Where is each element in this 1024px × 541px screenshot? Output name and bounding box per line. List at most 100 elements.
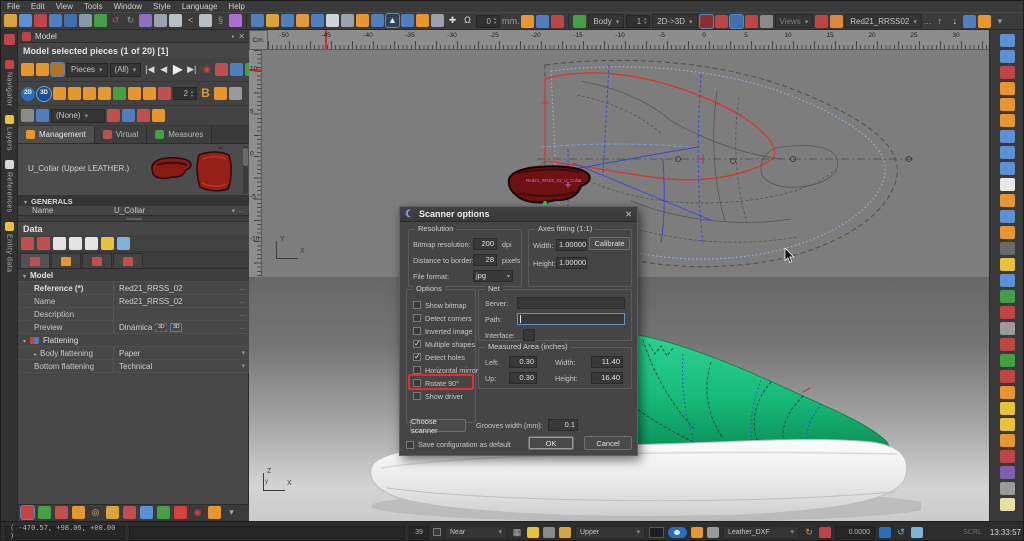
tree-row-body-flattening[interactable]: Body flattening Paper ▾ <box>18 347 249 360</box>
tag-icon[interactable] <box>521 15 534 28</box>
menu-view[interactable]: View <box>56 2 73 11</box>
validate-icon[interactable] <box>94 14 107 27</box>
filter-select[interactable]: (All) <box>110 63 142 77</box>
pencil-icon[interactable] <box>296 14 309 27</box>
arrow-up-icon[interactable]: ↑ <box>933 15 946 28</box>
prev-piece-icon[interactable]: ◀ <box>157 63 170 76</box>
angle-field[interactable]: 0.0000 <box>835 526 875 539</box>
tree-row-bottom-flattening[interactable]: Bottom flattening Technical ▾ <box>18 360 249 373</box>
distance-to-border-field[interactable]: 28 <box>473 254 497 266</box>
open-file-icon[interactable] <box>4 14 17 27</box>
target-icon[interactable]: ◉ <box>200 63 213 76</box>
bitmap-resolution-field[interactable]: 200 <box>473 238 497 250</box>
piece-count-spinner[interactable]: 2 <box>173 87 197 100</box>
tab-measures[interactable]: Measures <box>147 126 212 143</box>
export-piece-icon[interactable] <box>37 237 50 250</box>
path-field[interactable] <box>517 313 625 325</box>
navigator-icon[interactable] <box>4 34 15 45</box>
axes-width-field[interactable]: 1.00000 <box>556 239 587 251</box>
curve-tool-icon[interactable] <box>311 14 324 27</box>
piece-green-icon[interactable] <box>113 87 126 100</box>
terrain-icon[interactable] <box>157 506 170 519</box>
knife-icon[interactable] <box>154 14 167 27</box>
window-orange1-icon[interactable] <box>1000 82 1015 95</box>
paste-icon[interactable] <box>199 14 212 27</box>
shoe-pair-icon[interactable] <box>551 15 564 28</box>
refresh-orange-icon[interactable]: ↻ <box>803 527 815 538</box>
bold-b-icon[interactable]: B <box>199 87 212 100</box>
cross-red-icon[interactable] <box>137 109 150 122</box>
more-button[interactable]: ... <box>239 298 249 305</box>
checkbox[interactable] <box>413 314 421 322</box>
piece-flat-orange-icon[interactable] <box>72 506 85 519</box>
tree-row-description[interactable]: Description ... <box>18 308 249 321</box>
layer-yellow-icon[interactable] <box>527 527 539 538</box>
first-piece-icon[interactable]: |◀ <box>143 63 156 76</box>
window-grid-icon[interactable] <box>1000 50 1015 63</box>
more-button[interactable]: ... <box>239 311 249 318</box>
next-piece-icon[interactable]: ▶ <box>171 63 184 76</box>
option-detect-corners[interactable]: Detect corners <box>413 313 472 323</box>
piece-list-item[interactable]: U_Collar (Upper LEATHER.) ∞ <box>18 144 249 196</box>
pin-icon[interactable] <box>231 32 234 41</box>
expand-right-icon[interactable] <box>34 349 37 358</box>
palette-icon[interactable] <box>830 15 843 28</box>
option-multiple-shapes[interactable]: Multiple shapes <box>413 339 475 349</box>
window-tab-icon[interactable] <box>1000 194 1015 207</box>
data-tab-3[interactable] <box>82 253 112 268</box>
copy-blue-icon[interactable] <box>1000 274 1015 287</box>
stack-orange-icon[interactable] <box>208 506 221 519</box>
doc-copy-icon[interactable] <box>85 237 98 250</box>
last-orange-icon[interactable] <box>1000 434 1015 447</box>
nodes-color-icon[interactable] <box>36 109 49 122</box>
coin-icon[interactable]: ◎ <box>89 506 102 519</box>
flat-red-icon[interactable] <box>1000 370 1015 383</box>
pieces-red-icon[interactable] <box>123 506 136 519</box>
pan-hand-icon[interactable] <box>64 14 77 27</box>
copy-icon[interactable] <box>169 14 182 27</box>
preview-3d-blue-icon[interactable]: 3D <box>170 323 182 332</box>
caret-icon[interactable]: ▾ <box>993 15 1006 28</box>
tree-row-name[interactable]: Name Red21_RRSS_02 ... <box>18 295 249 308</box>
import-icon[interactable] <box>34 14 47 27</box>
more-button[interactable]: ... <box>924 16 932 26</box>
reference-select[interactable]: Red21_RRSS02 <box>845 14 922 28</box>
arrow-piece-icon[interactable] <box>51 63 64 76</box>
pieces-select[interactable]: Pieces <box>66 63 108 77</box>
pieces-multi-icon[interactable] <box>140 506 153 519</box>
hook-tool-icon[interactable] <box>371 14 384 27</box>
shoe-red2-icon[interactable] <box>745 15 758 28</box>
sidetab-navigator[interactable]: Navigator <box>5 60 14 106</box>
dropdown-caret-icon[interactable]: ▾ <box>241 362 249 370</box>
row-more-button[interactable]: ... <box>239 207 249 214</box>
option-show-driver[interactable]: Show driver <box>413 391 463 401</box>
layer-stack-icon[interactable] <box>543 527 555 538</box>
more-button[interactable]: ... <box>239 324 249 331</box>
model-shoe-icon[interactable] <box>21 506 34 519</box>
camera-disabled-icon[interactable] <box>1000 242 1015 255</box>
center-tool-icon[interactable] <box>281 14 294 27</box>
piece-tool1-icon[interactable] <box>53 87 66 100</box>
piece-flat-red-icon[interactable] <box>55 506 68 519</box>
panel-splitter[interactable] <box>18 215 249 222</box>
redo-icon[interactable]: ↻ <box>124 14 137 27</box>
wand-icon[interactable] <box>326 14 339 27</box>
omega-tool-icon[interactable]: Ω <box>461 14 474 27</box>
tab-virtual[interactable]: Virtual <box>95 126 148 143</box>
box-green-icon[interactable] <box>1000 290 1015 303</box>
doc-icon[interactable] <box>53 237 66 250</box>
piece-grey-icon[interactable] <box>229 87 242 100</box>
measured-left-field[interactable]: 0.30 <box>509 356 537 368</box>
lock2-icon[interactable] <box>416 14 429 27</box>
last-piece-icon[interactable]: ▶| <box>185 63 198 76</box>
shoe-red-rail-icon[interactable] <box>1000 338 1015 351</box>
checkbox[interactable] <box>413 379 421 387</box>
select-cursor-icon[interactable]: ▲ <box>386 14 399 27</box>
people-icon[interactable] <box>536 15 549 28</box>
shoe-grey-rail-icon[interactable] <box>1000 482 1015 495</box>
measured-up-field[interactable]: 0.30 <box>509 372 537 384</box>
flatten-pen-icon[interactable] <box>36 63 49 76</box>
sync-icon[interactable]: ↺ <box>895 527 907 538</box>
coin-yellow-icon[interactable] <box>1000 418 1015 431</box>
option-inverted-image[interactable]: Inverted image <box>413 326 473 336</box>
